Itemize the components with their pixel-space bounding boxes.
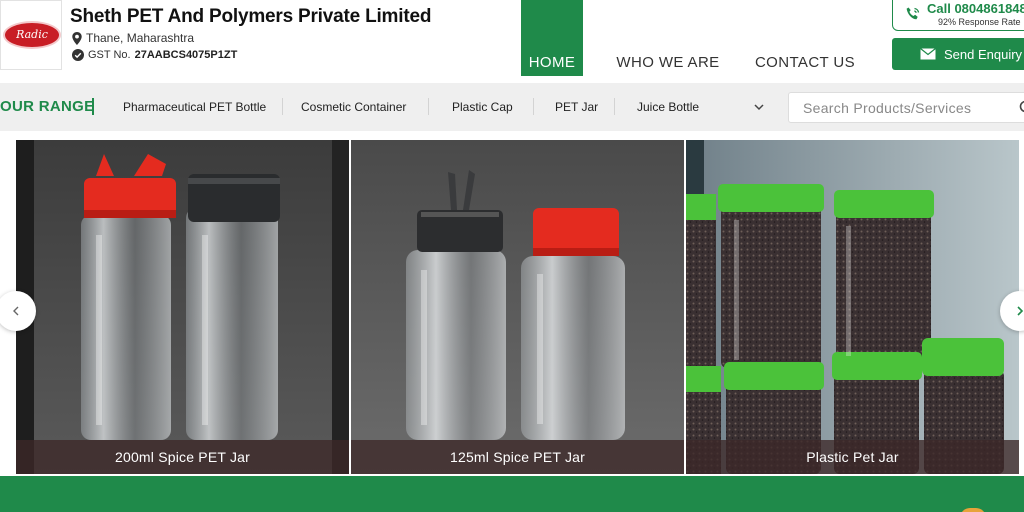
nav-contact-us[interactable]: CONTACT US [747,0,863,76]
gst-label: GST No. [88,49,131,61]
product-caption-text: Plastic Pet Jar [806,449,899,465]
call-button[interactable]: Call 08048618488 92% Response Rate [892,0,1024,31]
company-logo[interactable]: Radic [0,0,62,70]
nav-home-label: HOME [528,54,576,71]
response-rate: 92% Response Rate [938,17,1021,27]
product-image [16,140,349,474]
send-enquiry-label: Send Enquiry [944,46,1023,62]
product-image [351,140,684,474]
chevron-down-icon[interactable] [753,101,765,113]
product-card[interactable]: Plastic Pet Jar [686,140,1019,474]
range-divider [92,98,94,115]
category-divider [533,98,534,115]
verified-check-icon [72,49,84,61]
product-card[interactable]: 200ml Spice PET Jar [16,140,349,474]
category-juice-bottle[interactable]: Juice Bottle [637,100,699,114]
logo-text: Radic [16,28,48,41]
location-text: Thane, Maharashtra [86,31,195,45]
product-caption[interactable]: 125ml Spice PET Jar [351,440,684,474]
category-pet-jar[interactable]: PET Jar [555,100,598,114]
category-divider [614,98,615,115]
search-icon[interactable] [1019,100,1024,116]
chevron-left-icon [13,306,19,316]
product-caption[interactable]: 200ml Spice PET Jar [16,440,349,474]
category-divider [282,98,283,115]
phone-icon [906,7,920,20]
gst-number: 27AABCS4075P1ZT [134,49,238,61]
call-number: Call 08048618488 [927,1,1024,16]
nav-who-we-are-label: WHO WE ARE [616,54,720,71]
product-carousel: 200ml Spice PET Jar 125ml Spice PET Jar … [16,140,1020,474]
send-enquiry-button[interactable]: Send Enquiry [892,38,1024,70]
category-bar: OUR RANGE Pharmaceutical PET Bottle Cosm… [0,83,1024,131]
company-name[interactable]: Sheth PET And Polymers Private Limited [70,6,431,28]
product-caption-text: 125ml Spice PET Jar [449,449,586,465]
gst-info: GST No. 27AABCS4075P1ZT [72,49,237,61]
site-header: Radic Sheth PET And Polymers Private Lim… [0,0,1024,82]
search-input[interactable] [803,100,1013,116]
category-cosmetic-container[interactable]: Cosmetic Container [301,100,406,114]
footer-badge [960,508,986,512]
nav-contact-us-label: CONTACT US [754,54,856,71]
category-divider [428,98,429,115]
product-image [686,140,1019,474]
nav-home[interactable]: HOME [521,0,583,76]
company-location: Thane, Maharashtra [72,31,194,45]
footer-band [0,476,1024,512]
category-pharmaceutical-pet-bottle[interactable]: Pharmaceutical PET Bottle [123,100,266,114]
category-plastic-cap[interactable]: Plastic Cap [452,100,513,114]
product-card[interactable]: 125ml Spice PET Jar [351,140,684,474]
search-box [788,92,1024,123]
product-caption-text: 200ml Spice PET Jar [114,449,251,465]
product-caption[interactable]: Plastic Pet Jar [686,440,1019,474]
location-pin-icon [72,31,82,45]
logo-emblem: Radic [3,21,61,49]
nav-who-we-are[interactable]: WHO WE ARE [606,0,730,76]
mail-icon [920,48,936,60]
chevron-right-icon [1017,306,1024,316]
our-range-label: OUR RANGE [0,98,95,115]
